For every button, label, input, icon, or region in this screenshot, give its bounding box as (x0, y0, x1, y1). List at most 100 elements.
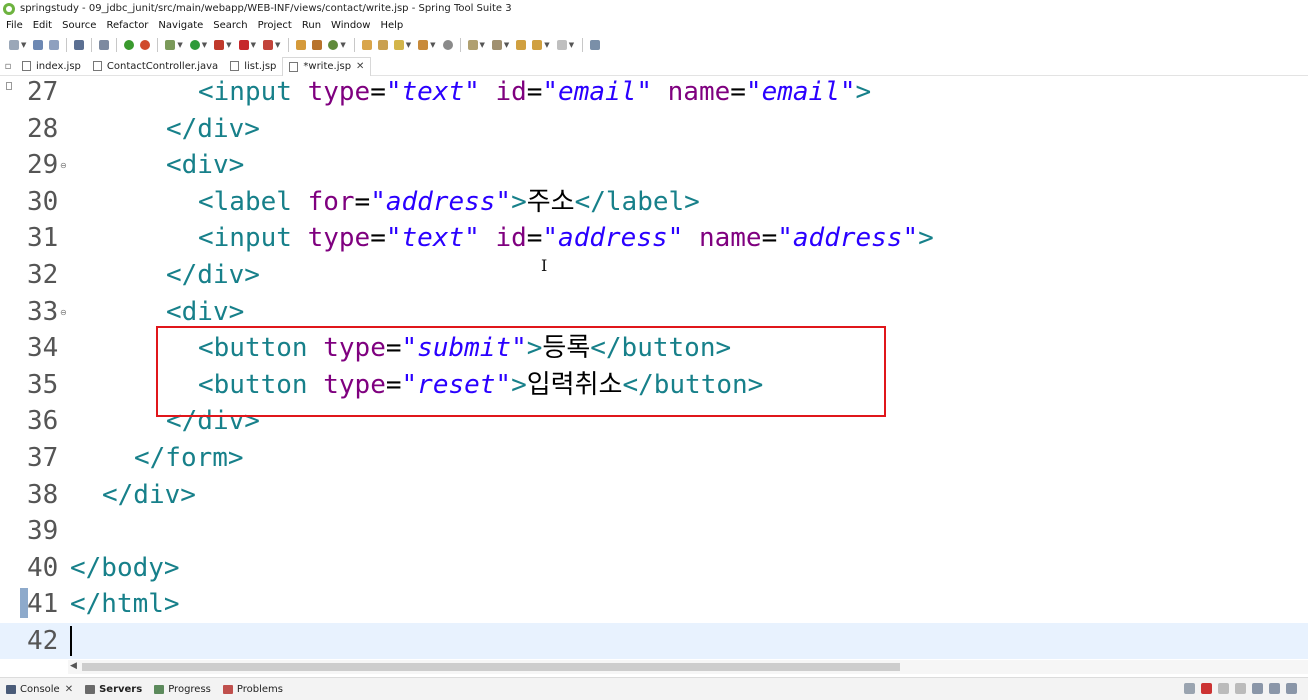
chevron-down-icon[interactable]: ▼ (430, 41, 435, 49)
globe-icon[interactable] (442, 40, 453, 50)
toolbar-separator (459, 38, 461, 52)
menu-file[interactable]: File (0, 20, 28, 31)
maximize-icon[interactable] (1286, 683, 1297, 694)
close-icon[interactable]: ✕ (356, 61, 364, 72)
start-server-icon[interactable] (1184, 683, 1195, 694)
save-icon[interactable] (33, 40, 44, 50)
code-token: </div> (166, 260, 260, 290)
text-caret (70, 626, 72, 656)
chevron-down-icon[interactable]: ▼ (544, 41, 549, 49)
chevron-down-icon[interactable]: ▼ (340, 41, 345, 49)
minimize-icon[interactable]: ▫ (0, 61, 16, 72)
change-marker (20, 588, 28, 618)
fold-icon[interactable]: ⊖ (60, 161, 67, 170)
external-tools-icon[interactable] (214, 40, 225, 50)
tab-label: *write.jsp (303, 61, 352, 72)
chevron-down-icon[interactable]: ▼ (406, 41, 411, 49)
code-line: 30 <label for="address">주소</label> (0, 184, 1308, 220)
pin-icon[interactable] (1252, 683, 1263, 694)
code-text: <input type="text" id="address" name="ad… (198, 220, 934, 256)
search-icon[interactable] (393, 40, 404, 50)
chevron-down-icon[interactable]: ▼ (275, 41, 280, 49)
tab-progress[interactable]: Progress (148, 684, 217, 695)
code-editor[interactable]: 27 <input type="text" id="email" name="em… (0, 74, 1308, 674)
menu-edit[interactable]: Edit (28, 20, 57, 31)
chevron-down-icon[interactable]: ▼ (21, 41, 26, 49)
code-line: 27 <input type="text" id="email" name="em… (0, 74, 1308, 110)
menu-refactor[interactable]: Refactor (101, 20, 153, 31)
stop-icon[interactable] (238, 40, 249, 50)
save-all-icon[interactable] (49, 40, 60, 50)
code-token: <div> (166, 296, 245, 327)
code-token: name (667, 77, 731, 107)
menu-help[interactable]: Help (375, 20, 408, 31)
tab-list-jsp[interactable]: list.jsp (224, 57, 282, 76)
chevron-down-icon[interactable]: ▼ (177, 41, 182, 49)
horizontal-scrollbar[interactable]: ◀ (68, 660, 1308, 674)
new-icon[interactable] (9, 40, 19, 50)
tab-problems[interactable]: Problems (217, 684, 289, 695)
chevron-down-icon[interactable]: ▼ (202, 41, 207, 49)
close-icon[interactable]: ✕ (65, 684, 73, 695)
tab-console[interactable]: Console ✕ (0, 684, 79, 695)
tab-servers[interactable]: Servers (79, 684, 148, 695)
code-token: type (307, 77, 371, 107)
minimize-icon[interactable] (1269, 683, 1280, 694)
code-token: id (495, 223, 527, 254)
open-type-icon[interactable] (361, 40, 372, 50)
server-icon[interactable] (262, 40, 273, 50)
remove-all-icon[interactable] (1235, 683, 1246, 694)
tab-contact-controller[interactable]: ContactController.java (87, 57, 224, 76)
new-java-project-icon[interactable] (296, 40, 307, 50)
chevron-down-icon[interactable]: ▼ (504, 41, 509, 49)
menu-run[interactable]: Run (297, 20, 326, 31)
open-folder-icon[interactable] (418, 40, 429, 50)
code-token: <input (198, 77, 308, 107)
tab-label: Servers (99, 683, 143, 695)
remove-icon[interactable] (1218, 683, 1229, 694)
tab-index-jsp[interactable]: index.jsp (16, 57, 87, 76)
code-text: </body> (70, 550, 180, 586)
menu-search[interactable]: Search (208, 20, 252, 31)
code-line: 29 ⊖ <div> (0, 147, 1308, 183)
spring-boot-icon[interactable] (124, 40, 135, 50)
forward-icon[interactable] (556, 40, 567, 50)
pin-editor-icon[interactable] (590, 40, 601, 50)
next-annotation-icon[interactable] (467, 40, 478, 50)
refresh-icon[interactable] (140, 40, 151, 50)
menu-project[interactable]: Project (253, 20, 297, 31)
new-class-icon[interactable] (328, 40, 339, 50)
line-number: 28 (27, 113, 59, 144)
chevron-down-icon[interactable]: ▼ (226, 41, 231, 49)
file-icon (22, 61, 31, 71)
terminal-icon[interactable] (74, 40, 85, 50)
stop-server-icon[interactable] (1201, 683, 1212, 694)
code-token: "address" (542, 223, 684, 254)
debug-icon[interactable] (165, 40, 176, 50)
code-token: name (698, 223, 762, 254)
run-icon[interactable] (189, 40, 200, 50)
back-icon[interactable] (532, 40, 543, 50)
previous-annotation-icon[interactable] (491, 40, 502, 50)
chevron-down-icon[interactable]: ▼ (569, 41, 574, 49)
menu-window[interactable]: Window (326, 20, 375, 31)
tab-write-jsp[interactable]: *write.jsp ✕ (282, 56, 372, 76)
fold-icon[interactable]: ⊖ (60, 308, 67, 317)
code-text: </html> (70, 586, 180, 622)
code-text: <div> (166, 147, 244, 183)
scrollbar-thumb[interactable] (82, 663, 900, 671)
menu-source[interactable]: Source (57, 20, 101, 31)
menu-navigate[interactable]: Navigate (153, 20, 208, 31)
last-edit-icon[interactable] (516, 40, 527, 50)
open-resource-icon[interactable] (377, 40, 388, 50)
chevron-down-icon[interactable]: ▼ (480, 41, 485, 49)
code-token: 주소 (526, 186, 575, 217)
new-package-icon[interactable] (312, 40, 323, 50)
chevron-down-icon[interactable]: ▼ (251, 41, 256, 49)
skip-breakpoints-icon[interactable] (99, 40, 110, 50)
line-number: 27 (27, 77, 59, 107)
line-number: 35 (27, 369, 59, 400)
code-token: </div> (102, 479, 196, 510)
scroll-left-icon[interactable]: ◀ (70, 661, 77, 671)
